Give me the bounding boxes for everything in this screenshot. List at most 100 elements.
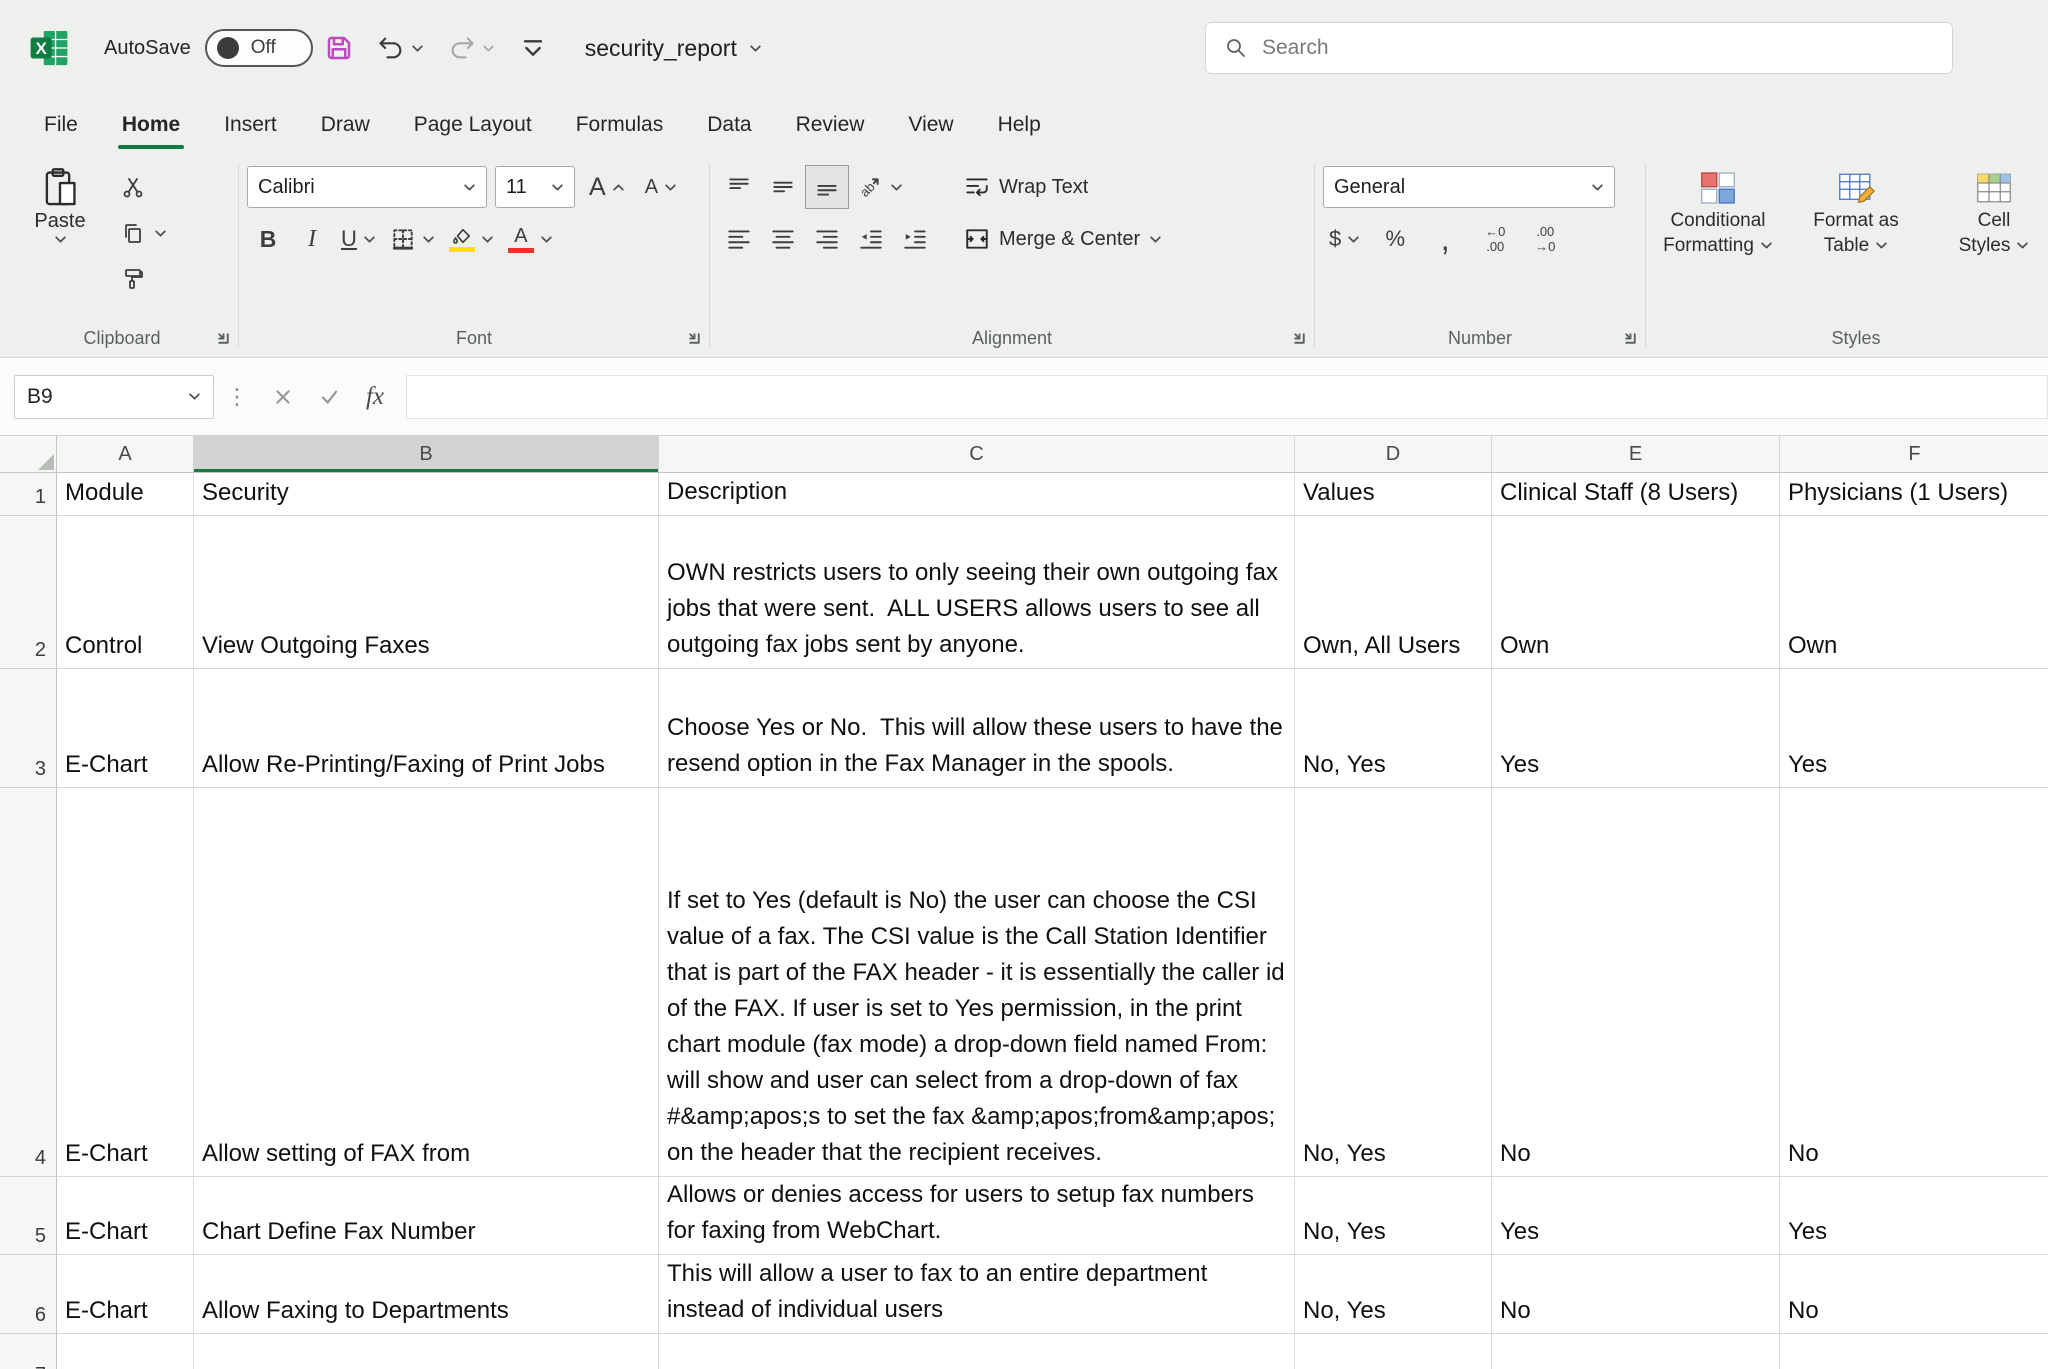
cell-C1[interactable]: Description xyxy=(659,473,1295,516)
align-center-button[interactable] xyxy=(762,218,804,260)
cell-E2[interactable]: Own xyxy=(1492,516,1780,669)
comma-style-button[interactable]: , xyxy=(1424,218,1466,260)
tab-view[interactable]: View xyxy=(886,96,975,154)
cell-D6[interactable]: No, Yes xyxy=(1295,1255,1492,1334)
formula-cancel-button[interactable] xyxy=(260,375,306,419)
row-header-4[interactable]: 4 xyxy=(0,788,57,1177)
cell-A1[interactable]: Module xyxy=(57,473,194,516)
tab-help[interactable]: Help xyxy=(976,96,1063,154)
cell-E7[interactable] xyxy=(1492,1334,1780,1369)
underline-button[interactable]: U xyxy=(335,218,382,260)
cell-D7[interactable] xyxy=(1295,1334,1492,1369)
undo-caret-icon[interactable] xyxy=(411,44,424,53)
alignment-dialog-launcher-icon[interactable] xyxy=(1291,330,1308,347)
format-painter-button[interactable] xyxy=(112,258,154,300)
cell-D2[interactable]: Own, All Users xyxy=(1295,516,1492,669)
autosave-toggle[interactable]: Off xyxy=(205,29,313,67)
customize-quick-access-toolbar-icon[interactable] xyxy=(507,22,559,74)
bold-button[interactable]: B xyxy=(247,218,289,260)
redo-button[interactable] xyxy=(436,22,507,74)
cell-F4[interactable]: No xyxy=(1780,788,2048,1177)
formula-bar-handle-icon[interactable]: ⋮ xyxy=(214,384,260,410)
row-header-2[interactable]: 2 xyxy=(0,516,57,669)
cell-C7[interactable] xyxy=(659,1334,1295,1369)
cell-A6[interactable]: E-Chart xyxy=(57,1255,194,1334)
align-left-button[interactable] xyxy=(718,218,760,260)
column-header-A[interactable]: A xyxy=(57,436,194,473)
cell-C2[interactable]: OWN restricts users to only seeing their… xyxy=(659,516,1295,669)
formula-input[interactable] xyxy=(406,375,2048,419)
tab-insert[interactable]: Insert xyxy=(202,96,299,154)
cell-B5[interactable]: Chart Define Fax Number xyxy=(194,1177,659,1255)
cell-F1[interactable]: Physicians (1 Users) xyxy=(1780,473,2048,516)
conditional-formatting-button[interactable]: Conditional Formatting xyxy=(1654,166,1782,258)
cell-D1[interactable]: Values xyxy=(1295,473,1492,516)
cell-F7[interactable] xyxy=(1780,1334,2048,1369)
cell-F3[interactable]: Yes xyxy=(1780,669,2048,788)
cell-E6[interactable]: No xyxy=(1492,1255,1780,1334)
undo-button[interactable] xyxy=(365,22,436,74)
cell-A3[interactable]: E-Chart xyxy=(57,669,194,788)
cell-B3[interactable]: Allow Re-Printing/Faxing of Print Jobs xyxy=(194,669,659,788)
cell-E5[interactable]: Yes xyxy=(1492,1177,1780,1255)
tab-home[interactable]: Home xyxy=(100,96,202,154)
accounting-format-button[interactable]: $ xyxy=(1323,218,1366,260)
cell-styles-button[interactable]: Cell Styles xyxy=(1930,166,2048,258)
column-header-B[interactable]: B xyxy=(194,436,659,473)
align-top-button[interactable] xyxy=(718,166,760,208)
format-as-table-button[interactable]: Format as Table xyxy=(1792,166,1920,258)
clipboard-dialog-launcher-icon[interactable] xyxy=(215,330,232,347)
cell-D3[interactable]: No, Yes xyxy=(1295,669,1492,788)
row-header-7[interactable]: 7 xyxy=(0,1334,57,1369)
copy-button[interactable] xyxy=(112,212,154,254)
cell-A7[interactable] xyxy=(57,1334,194,1369)
tab-page-layout[interactable]: Page Layout xyxy=(392,96,554,154)
excel-logo-icon[interactable]: X xyxy=(28,27,70,69)
decrease-font-size-button[interactable]: A xyxy=(639,166,683,208)
orientation-button[interactable]: ab xyxy=(850,166,909,208)
paste-button[interactable]: Paste xyxy=(14,166,106,244)
cell-A5[interactable]: E-Chart xyxy=(57,1177,194,1255)
align-right-button[interactable] xyxy=(806,218,848,260)
tab-draw[interactable]: Draw xyxy=(299,96,392,154)
cell-F6[interactable]: No xyxy=(1780,1255,2048,1334)
font-name-select[interactable]: Calibri xyxy=(247,166,487,208)
fill-color-button[interactable] xyxy=(443,218,500,260)
increase-indent-button[interactable] xyxy=(894,218,936,260)
cell-B6[interactable]: Allow Faxing to Departments xyxy=(194,1255,659,1334)
insert-function-button[interactable]: fx xyxy=(352,375,398,419)
cell-D5[interactable]: No, Yes xyxy=(1295,1177,1492,1255)
cell-A4[interactable]: E-Chart xyxy=(57,788,194,1177)
column-header-D[interactable]: D xyxy=(1295,436,1492,473)
font-color-button[interactable]: A xyxy=(502,218,559,260)
cell-E1[interactable]: Clinical Staff (8 Users) xyxy=(1492,473,1780,516)
cell-B4[interactable]: Allow setting of FAX from xyxy=(194,788,659,1177)
column-header-E[interactable]: E xyxy=(1492,436,1780,473)
row-header-1[interactable]: 1 xyxy=(0,473,57,516)
cell-E3[interactable]: Yes xyxy=(1492,669,1780,788)
increase-decimal-button[interactable]: ←0 .00 xyxy=(1474,218,1516,260)
copy-caret-icon[interactable] xyxy=(154,229,167,238)
cell-F5[interactable]: Yes xyxy=(1780,1177,2048,1255)
cell-C5[interactable]: Allows or denies access for users to set… xyxy=(659,1177,1295,1255)
cell-B2[interactable]: View Outgoing Faxes xyxy=(194,516,659,669)
cell-B7[interactable] xyxy=(194,1334,659,1369)
merge-center-button[interactable]: Merge & Center xyxy=(960,218,1166,260)
tab-formulas[interactable]: Formulas xyxy=(554,96,686,154)
increase-font-size-button[interactable]: A xyxy=(583,166,631,208)
document-title[interactable]: security_report xyxy=(585,35,762,62)
search-input[interactable] xyxy=(1262,36,1934,60)
tab-file[interactable]: File xyxy=(22,96,100,154)
number-dialog-launcher-icon[interactable] xyxy=(1622,330,1639,347)
align-bottom-button[interactable] xyxy=(806,166,848,208)
tab-data[interactable]: Data xyxy=(685,96,773,154)
select-all-button[interactable] xyxy=(0,436,57,473)
tab-review[interactable]: Review xyxy=(774,96,887,154)
decrease-decimal-button[interactable]: .00 →0 xyxy=(1524,218,1566,260)
column-header-F[interactable]: F xyxy=(1780,436,2048,473)
row-header-6[interactable]: 6 xyxy=(0,1255,57,1334)
cell-A2[interactable]: Control xyxy=(57,516,194,669)
column-header-C[interactable]: C xyxy=(659,436,1295,473)
italic-button[interactable]: I xyxy=(291,218,333,260)
wrap-text-button[interactable]: Wrap Text xyxy=(960,166,1166,208)
